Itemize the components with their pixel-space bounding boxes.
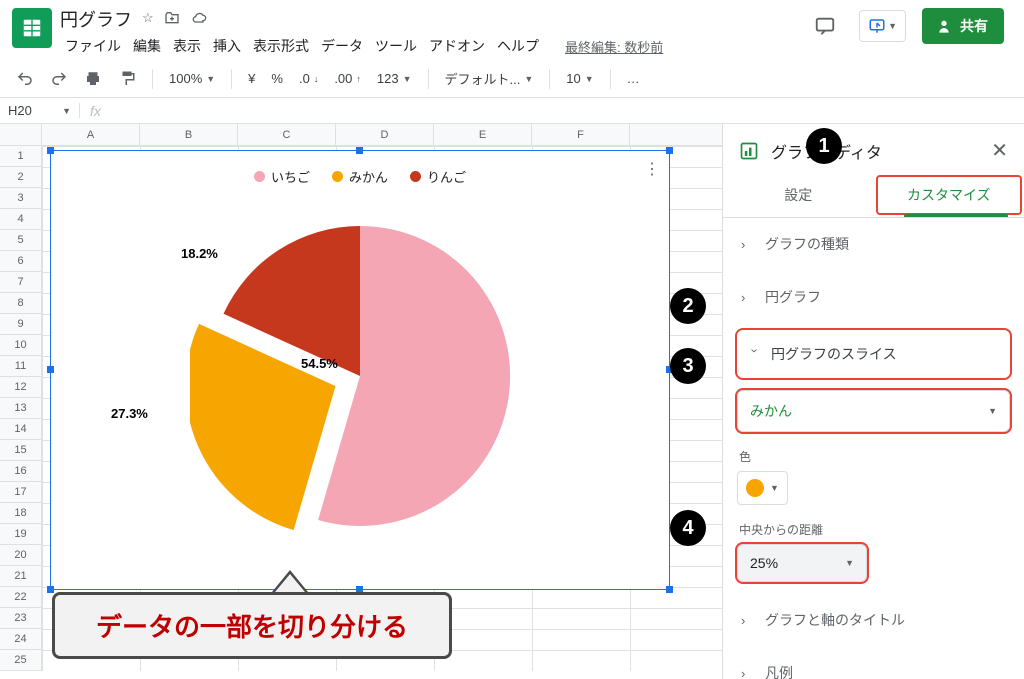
pie-chart[interactable]: ⋮ いちご みかん りんご <box>50 150 670 590</box>
row-header[interactable]: 15 <box>0 440 41 461</box>
sheets-logo[interactable] <box>12 8 52 48</box>
row-header[interactable]: 1 <box>0 146 41 167</box>
paint-format-button[interactable] <box>112 66 142 92</box>
share-button[interactable]: 共有 <box>922 8 1004 44</box>
section-titles[interactable]: ›グラフと軸のタイトル <box>723 594 1024 647</box>
row-header[interactable]: 23 <box>0 608 41 629</box>
dec-increase-button[interactable]: .00↑ <box>328 67 367 90</box>
tab-setup[interactable]: 設定 <box>723 173 874 217</box>
col-header[interactable]: F <box>532 124 630 145</box>
distance-select[interactable]: 25%▼ <box>737 544 867 582</box>
row-header[interactable]: 8 <box>0 293 41 314</box>
row-header[interactable]: 2 <box>0 167 41 188</box>
row-header[interactable]: 12 <box>0 377 41 398</box>
print-button[interactable] <box>78 66 108 92</box>
dec-decrease-button[interactable]: .0↓ <box>293 67 324 90</box>
slice-label: 54.5% <box>301 356 338 371</box>
legend-label: みかん <box>349 167 388 186</box>
chart-legend: いちご みかん りんご <box>51 167 669 186</box>
sidebar-title: グラフエディタ <box>771 139 979 163</box>
zoom-select[interactable]: 100% ▼ <box>163 67 221 90</box>
color-label: 色 <box>739 448 1008 465</box>
menu-help[interactable]: ヘルプ <box>492 34 544 58</box>
comment-history-icon[interactable] <box>807 8 843 44</box>
chart-menu-icon[interactable]: ⋮ <box>644 159 659 179</box>
star-icon[interactable]: ☆ <box>142 10 154 29</box>
row-header[interactable]: 4 <box>0 209 41 230</box>
currency-button[interactable]: ¥ <box>242 67 261 90</box>
legend-label: りんご <box>427 167 466 186</box>
chart-editor-sidebar: グラフエディタ ✕ 設定 カスタマイズ ›グラフの種類 ›円グラフ › 円グラフ… <box>722 124 1024 679</box>
slice-color-picker[interactable]: ▼ <box>737 471 788 505</box>
tab-customize[interactable]: カスタマイズ <box>874 173 1024 217</box>
row-header[interactable]: 20 <box>0 545 41 566</box>
present-button[interactable]: ▼ <box>859 10 906 42</box>
redo-button[interactable] <box>44 66 74 92</box>
section-pie-slice-header[interactable]: › 円グラフのスライス <box>737 330 1010 378</box>
row-header[interactable]: 25 <box>0 650 41 671</box>
font-select[interactable]: デフォルト... ▼ <box>439 65 540 92</box>
menu-edit[interactable]: 編集 <box>128 34 166 58</box>
menu-format[interactable]: 表示形式 <box>248 34 314 58</box>
select-all-corner[interactable] <box>0 124 42 145</box>
slice-label: 18.2% <box>181 246 218 261</box>
chart-editor-icon <box>739 141 759 161</box>
row-header[interactable]: 18 <box>0 503 41 524</box>
col-header[interactable]: B <box>140 124 238 145</box>
col-header[interactable]: E <box>434 124 532 145</box>
slice-select[interactable]: みかん▼ <box>737 390 1010 432</box>
col-header[interactable]: C <box>238 124 336 145</box>
annotation-callout: データの一部を切り分ける <box>52 570 452 659</box>
row-header[interactable]: 24 <box>0 629 41 650</box>
row-header[interactable]: 9 <box>0 314 41 335</box>
close-icon[interactable]: ✕ <box>991 138 1008 163</box>
row-header[interactable]: 21 <box>0 566 41 587</box>
row-header[interactable]: 22 <box>0 587 41 608</box>
last-edit[interactable]: 最終編集: 数秒前 <box>560 35 668 58</box>
toolbar-more[interactable]: … <box>621 67 648 90</box>
row-header[interactable]: 7 <box>0 272 41 293</box>
fx-icon: fx <box>80 103 111 119</box>
slice-label: 27.3% <box>111 406 148 421</box>
row-header[interactable]: 16 <box>0 461 41 482</box>
name-box[interactable]: H20▼ <box>0 103 80 118</box>
row-header[interactable]: 10 <box>0 335 41 356</box>
row-header[interactable]: 6 <box>0 251 41 272</box>
pie-svg <box>190 206 530 546</box>
badge-3: 3 <box>670 348 706 384</box>
row-header[interactable]: 5 <box>0 230 41 251</box>
badge-2: 2 <box>670 288 706 324</box>
row-header[interactable]: 13 <box>0 398 41 419</box>
cloud-icon[interactable] <box>190 10 208 29</box>
percent-button[interactable]: % <box>265 67 289 90</box>
section-legend[interactable]: ›凡例 <box>723 647 1024 679</box>
distance-label: 中央からの距離 <box>739 521 1008 538</box>
row-header[interactable]: 3 <box>0 188 41 209</box>
menu-view[interactable]: 表示 <box>168 34 206 58</box>
color-swatch <box>746 479 764 497</box>
doc-title[interactable]: 円グラフ <box>60 6 132 32</box>
undo-button[interactable] <box>10 66 40 92</box>
section-pie[interactable]: ›円グラフ <box>723 271 1024 324</box>
menu-data[interactable]: データ <box>316 34 368 58</box>
col-header[interactable]: D <box>336 124 434 145</box>
section-chart-type[interactable]: ›グラフの種類 <box>723 218 1024 271</box>
move-icon[interactable] <box>164 10 180 29</box>
menu-insert[interactable]: 挿入 <box>208 34 246 58</box>
font-size-select[interactable]: 10 ▼ <box>560 67 599 90</box>
row-header[interactable]: 11 <box>0 356 41 377</box>
row-header[interactable]: 19 <box>0 524 41 545</box>
menu-addons[interactable]: アドオン <box>424 34 490 58</box>
menu-tools[interactable]: ツール <box>370 34 422 58</box>
badge-4: 4 <box>670 510 706 546</box>
row-header[interactable]: 17 <box>0 482 41 503</box>
legend-label: いちご <box>271 167 310 186</box>
row-header[interactable]: 14 <box>0 419 41 440</box>
col-header[interactable]: A <box>42 124 140 145</box>
badge-1: 1 <box>806 128 842 164</box>
menu-file[interactable]: ファイル <box>60 34 126 58</box>
number-format-select[interactable]: 123 ▼ <box>371 67 418 90</box>
